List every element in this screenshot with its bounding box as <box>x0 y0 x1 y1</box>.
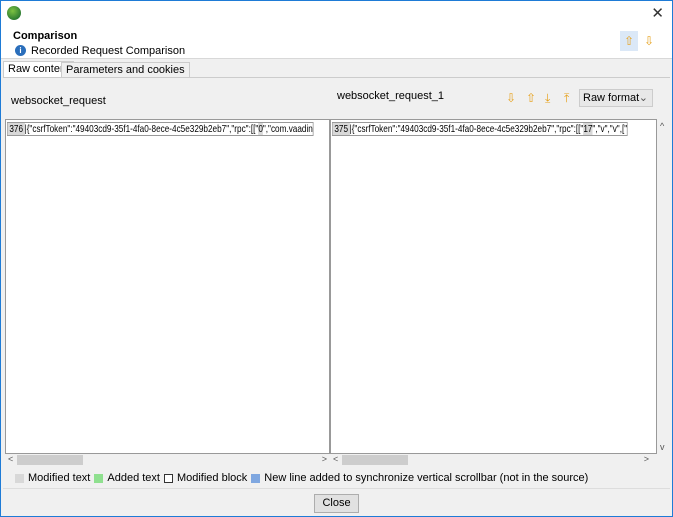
added-text-swatch <box>94 473 104 483</box>
right-request-label: websocket_request_1 <box>337 90 445 102</box>
tab-parameters-cookies[interactable]: Parameters and cookies <box>61 62 190 78</box>
line-text: ","v","v",[" <box>592 123 628 135</box>
divider <box>3 488 670 489</box>
dialog-title: Comparison <box>13 30 78 42</box>
legend-label: Modified text <box>28 472 91 484</box>
vertical-scrollbar[interactable]: ^ v <box>657 119 670 454</box>
legend-label: Modified block <box>176 472 248 484</box>
info-icon: i <box>15 45 26 56</box>
left-text-pane[interactable]: 376 |{"csrfToken":"49403cd9-35f1-4fa0-8ec… <box>5 119 330 454</box>
app-logo-icon <box>7 6 21 20</box>
title-bar: ✕ <box>1 1 672 27</box>
left-request-label: websocket_request <box>11 95 106 107</box>
comparison-dialog: ✕ Comparison i Recorded Request Comparis… <box>0 0 673 517</box>
previous-diff-icon[interactable]: ⇧ <box>526 91 536 105</box>
first-diff-icon[interactable]: ⤒ <box>564 91 569 106</box>
text-line: 375 |{"csrfToken":"49403cd9-35f1-4fa0-8ec… <box>332 122 628 136</box>
modified-text-swatch <box>15 473 24 483</box>
text-line: 376 |{"csrfToken":"49403cd9-35f1-4fa0-8ec… <box>7 122 314 136</box>
dialog-header: Comparison i Recorded Request Comparison… <box>1 27 672 59</box>
right-text-pane[interactable]: 375 |{"csrfToken":"49403cd9-35f1-4fa0-8ec… <box>330 119 657 454</box>
scroll-thumb[interactable] <box>17 455 83 465</box>
last-diff-icon[interactable]: ⤓ <box>545 91 550 106</box>
left-horizontal-scrollbar[interactable]: < > <box>5 454 330 466</box>
line-text: ","com.vaadin <box>262 123 313 135</box>
dialog-subtitle: Recorded Request Comparison <box>31 45 186 57</box>
close-window-button[interactable]: ✕ <box>651 4 664 22</box>
legend-label: New line added to synchronize vertical s… <box>264 472 589 484</box>
line-text: |{"csrfToken":"49403cd9-35f1-4fa0-8ece-4… <box>24 123 259 135</box>
next-diff-icon[interactable]: ⇩ <box>506 91 516 105</box>
modified-block-swatch <box>163 473 173 483</box>
chevron-down-icon: ⌄ <box>638 92 648 104</box>
line-number: 375 <box>332 123 350 135</box>
raw-content-panel: websocket_request websocket_request_1 ⇩ … <box>3 77 670 486</box>
line-text: |{"csrfToken":"49403cd9-35f1-4fa0-8ece-4… <box>349 123 584 135</box>
new-line-swatch <box>251 473 261 483</box>
scroll-thumb[interactable] <box>342 455 408 465</box>
line-number: 376 <box>7 123 25 135</box>
legend-label: Added text <box>107 472 160 484</box>
legend: Modified text Added text Modified block … <box>15 472 588 484</box>
format-select[interactable]: Raw format ⌄ <box>579 89 653 107</box>
close-button[interactable]: Close <box>314 494 359 513</box>
format-select-value: Raw format <box>583 92 640 104</box>
right-horizontal-scrollbar[interactable]: < > <box>330 454 657 466</box>
export-down-icon[interactable]: ⇩ <box>640 31 658 51</box>
export-up-icon[interactable]: ⇧ <box>620 31 638 51</box>
modified-text: 17 <box>583 123 593 135</box>
